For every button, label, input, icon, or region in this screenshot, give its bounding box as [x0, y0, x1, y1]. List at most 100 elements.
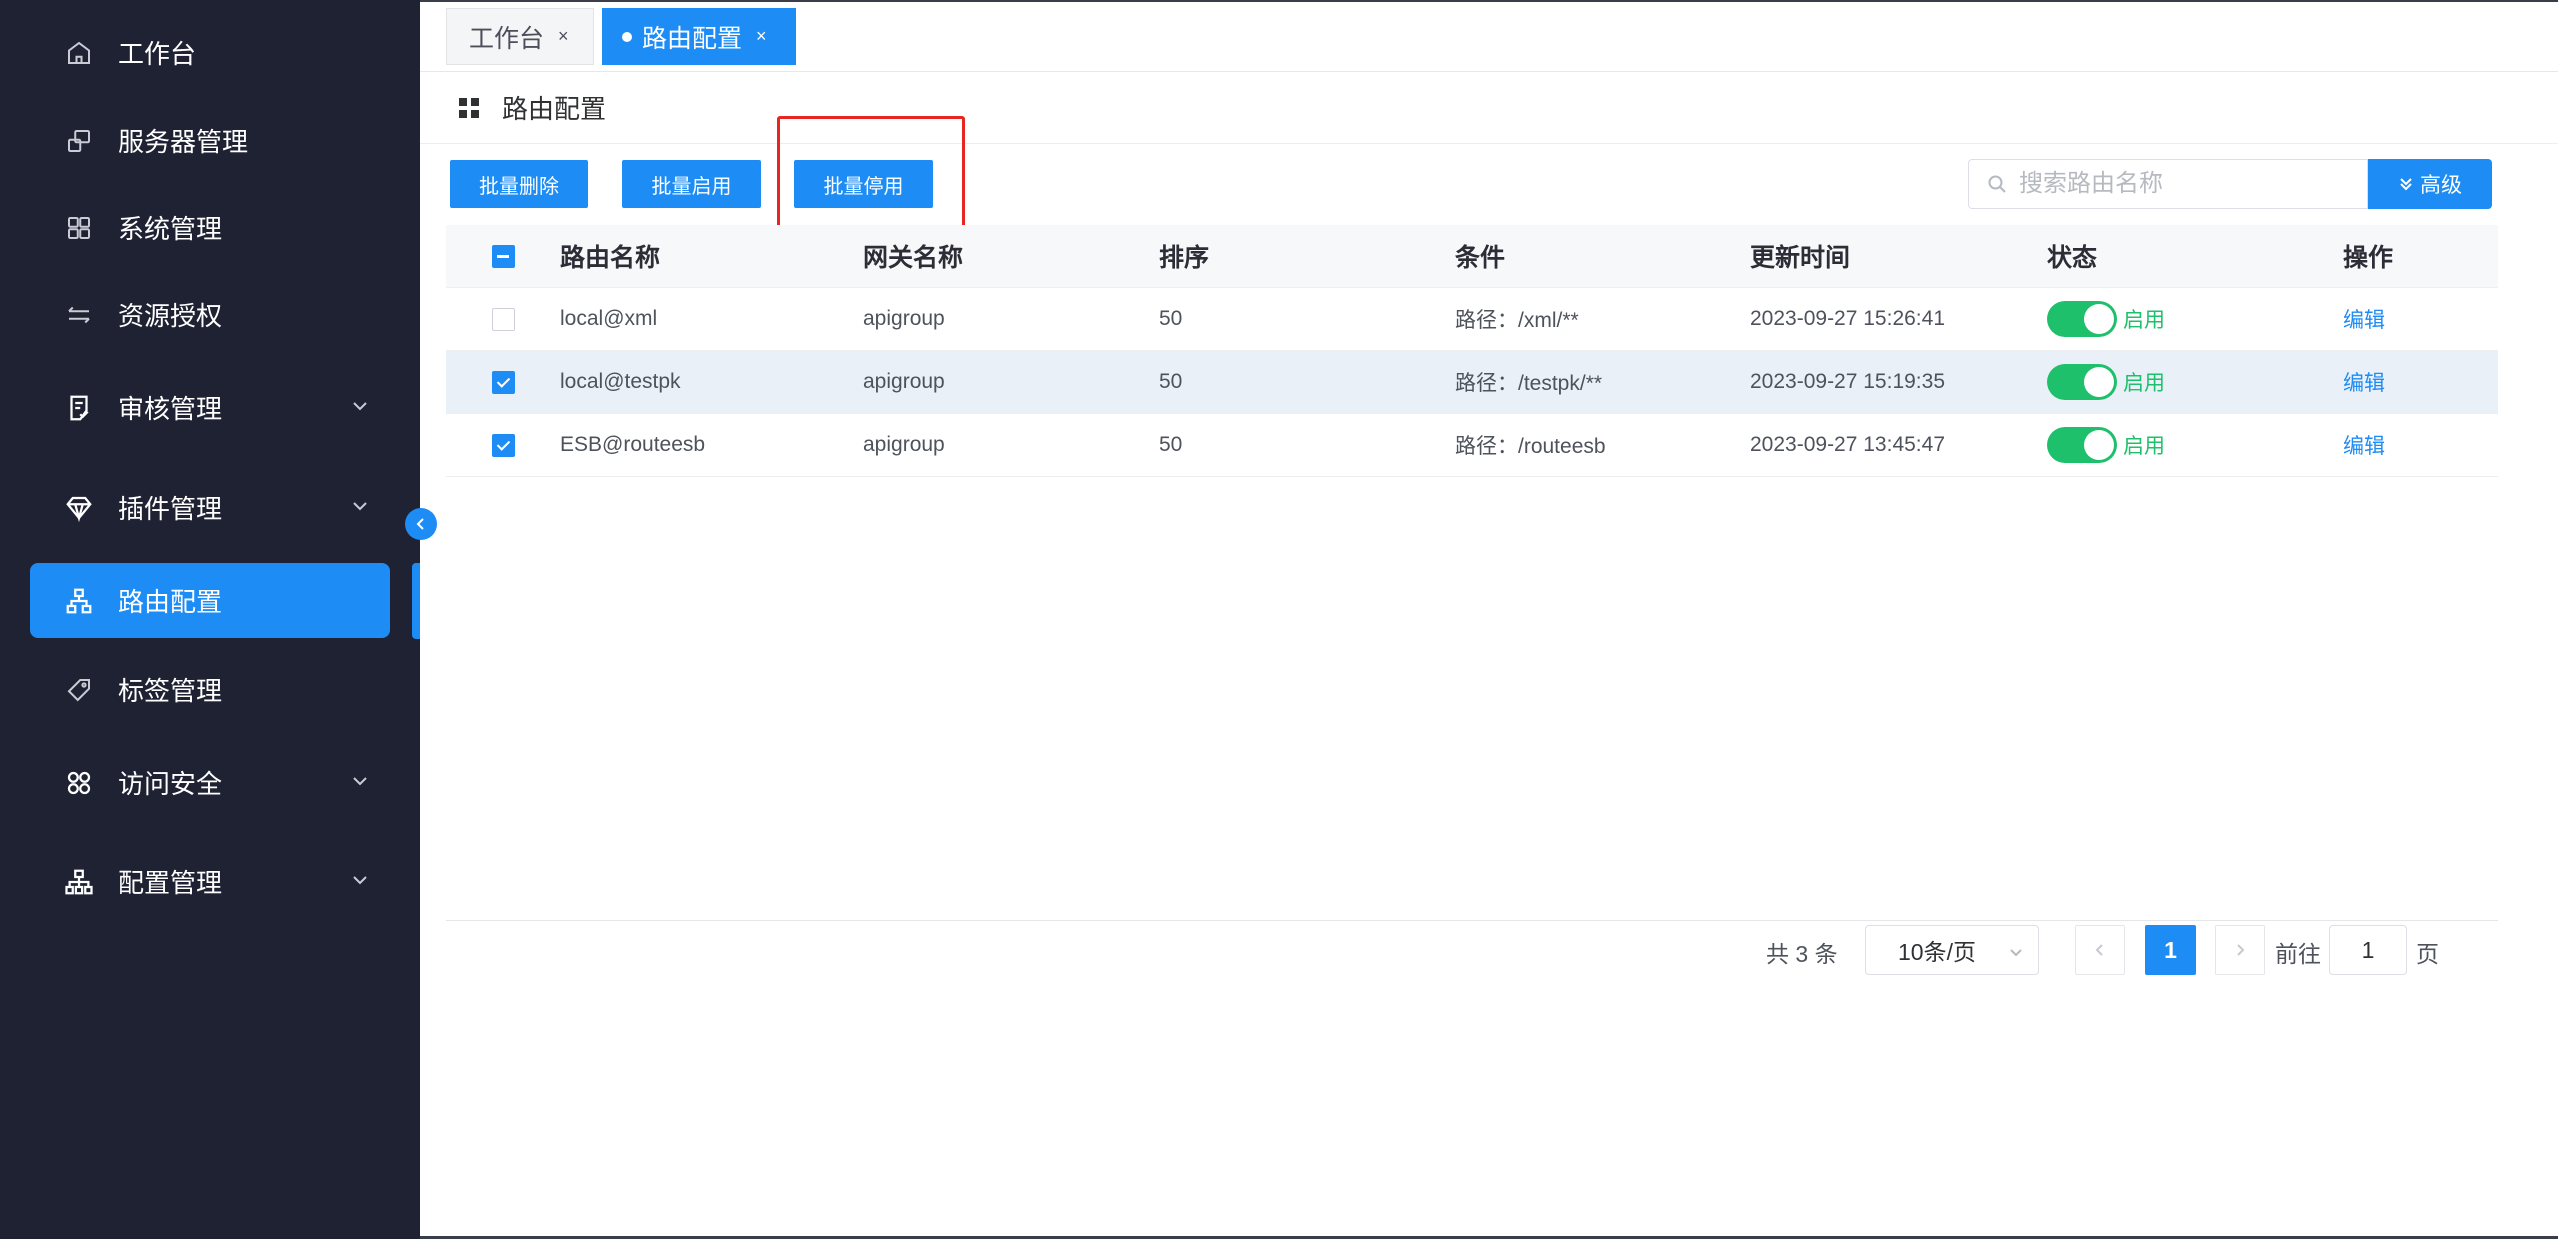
page-size-value: 10条/页: [1898, 939, 1976, 965]
active-nav-indicator: [412, 563, 420, 639]
sidebar-item-access-security[interactable]: 访问安全: [30, 745, 390, 820]
column-header[interactable]: 更新时间: [1750, 238, 2047, 274]
route-name-cell: ESB@routeesb: [560, 433, 706, 456]
sort-cell: 50: [1159, 370, 1183, 393]
edit-link[interactable]: 编辑: [2343, 372, 2385, 395]
sidebar-item-label: 插件管理: [118, 494, 223, 524]
audit-icon: [62, 391, 96, 425]
grid-icon: [62, 211, 96, 245]
prev-page-button[interactable]: [2075, 925, 2125, 975]
sidebar-item-label: 配置管理: [118, 868, 223, 898]
sidebar-collapse-button[interactable]: [405, 508, 437, 540]
top-border: [420, 0, 2558, 2]
search-box[interactable]: [1968, 159, 2368, 209]
table-row[interactable]: local@testpk apigroup 50 路径：/testpk/** 2…: [446, 351, 2498, 414]
sidebar-item-label: 系统管理: [118, 214, 223, 244]
sidebar-item-label: 审核管理: [118, 394, 223, 424]
status-toggle[interactable]: [2047, 301, 2117, 337]
sidebar-item-label: 路由配置: [118, 587, 223, 617]
column-header[interactable]: 状态: [2047, 238, 2343, 274]
edit-link[interactable]: 编辑: [2343, 435, 2385, 458]
sidebar-item-plugins[interactable]: 插件管理: [30, 470, 390, 545]
chevron-down-icon: [353, 402, 367, 411]
row-checkbox[interactable]: [491, 307, 515, 331]
sidebar-item-workbench[interactable]: 工作台: [30, 15, 390, 90]
updated-time-cell: 2023-09-27 15:19:35: [1750, 370, 1945, 393]
page-size-select[interactable]: 10条/页: [1865, 925, 2039, 975]
row-checkbox[interactable]: [491, 433, 515, 457]
select-all-checkbox[interactable]: [491, 244, 515, 268]
updated-time-cell: 2023-09-27 15:26:41: [1750, 307, 1945, 330]
grid-icon: [459, 97, 479, 118]
route-name-cell: local@testpk: [560, 370, 681, 393]
sidebar-item-server[interactable]: 服务器管理: [30, 103, 390, 178]
close-icon[interactable]: ×: [558, 26, 569, 47]
status-toggle[interactable]: [2047, 427, 2117, 463]
close-icon[interactable]: ×: [756, 26, 767, 47]
page-header: 路由配置: [420, 72, 2558, 144]
goto-label: 前往: [2275, 941, 2321, 967]
table-header: 路由名称 网关名称 排序 条件 更新时间 状态 操作: [446, 225, 2498, 288]
highlight-annotation: [777, 116, 965, 232]
sidebar-item-route-config[interactable]: 路由配置: [30, 563, 390, 638]
sidebar-item-label: 资源授权: [118, 301, 223, 331]
advanced-label: 高级: [2420, 174, 2462, 197]
goto-page-input[interactable]: [2329, 925, 2407, 975]
sidebar-item-audit[interactable]: 审核管理: [30, 370, 390, 445]
home-icon: [62, 36, 96, 70]
status-toggle[interactable]: [2047, 364, 2117, 400]
page-number-current[interactable]: 1: [2145, 925, 2196, 975]
route-table: 路由名称 网关名称 排序 条件 更新时间 状态 操作 local@xml api…: [446, 225, 2498, 477]
sidebar-item-label: 工作台: [118, 39, 197, 69]
tab-route-config[interactable]: 路由配置 ×: [602, 8, 796, 65]
tab-workbench[interactable]: 工作台 ×: [446, 8, 594, 65]
sidebar-item-config-management[interactable]: 配置管理: [30, 844, 390, 919]
gateway-cell: apigroup: [863, 307, 945, 330]
column-header: 操作: [2343, 244, 2394, 272]
edit-link[interactable]: 编辑: [2343, 309, 2385, 332]
chevron-down-icon: [353, 777, 367, 786]
status-text: 启用: [2123, 435, 2165, 458]
search-icon: [1988, 175, 2006, 193]
org-icon: [62, 865, 96, 899]
chevron-down-icon: [353, 876, 367, 885]
column-header[interactable]: 条件: [1455, 238, 1750, 274]
sidebar-item-system[interactable]: 系统管理: [30, 190, 390, 265]
column-header[interactable]: 排序: [1159, 238, 1455, 274]
chevron-right-icon: [2237, 944, 2245, 956]
row-checkbox[interactable]: [491, 370, 515, 394]
chevron-down-icon: [353, 502, 367, 511]
status-text: 启用: [2123, 309, 2165, 332]
table-row[interactable]: local@xml apigroup 50 路径：/xml/** 2023-09…: [446, 288, 2498, 351]
chevron-left-icon: [2095, 944, 2103, 956]
status-text: 启用: [2123, 372, 2165, 395]
transfer-icon: [62, 298, 96, 332]
chevron-down-icon: [2010, 949, 2022, 957]
batch-enable-button[interactable]: 批量启用: [622, 160, 761, 208]
search-input[interactable]: [2019, 170, 2319, 198]
sidebar-item-label: 标签管理: [118, 676, 223, 706]
page-unit-label: 页: [2416, 941, 2439, 967]
table-row[interactable]: ESB@routeesb apigroup 50 路径：/routeesb 20…: [446, 414, 2498, 477]
sidebar-item-resource-auth[interactable]: 资源授权: [30, 277, 390, 352]
gateway-cell: apigroup: [863, 433, 945, 456]
diamond-icon: [62, 491, 96, 525]
route-name-cell: local@xml: [560, 307, 658, 330]
advanced-search-button[interactable]: 高级: [2368, 159, 2492, 209]
active-dot-icon: [622, 31, 632, 42]
batch-delete-button[interactable]: 批量删除: [450, 160, 588, 208]
tab-bar: 工作台 × 路由配置 ×: [420, 0, 2558, 72]
condition-cell: 路径：/xml/**: [1455, 309, 1579, 332]
chevron-left-icon: [416, 518, 424, 530]
sort-cell: 50: [1159, 433, 1183, 456]
tab-label: 工作台: [469, 24, 545, 53]
server-icon: [62, 124, 96, 158]
sidebar-item-tags[interactable]: 标签管理: [30, 652, 390, 727]
pagination-divider: [446, 920, 2498, 921]
column-header[interactable]: 网关名称: [863, 238, 1159, 274]
route-icon: [62, 584, 96, 618]
column-header[interactable]: 路由名称: [560, 238, 863, 274]
condition-cell: 路径：/routeesb: [1455, 435, 1606, 458]
page-title: 路由配置: [502, 94, 607, 124]
next-page-button[interactable]: [2215, 925, 2265, 975]
